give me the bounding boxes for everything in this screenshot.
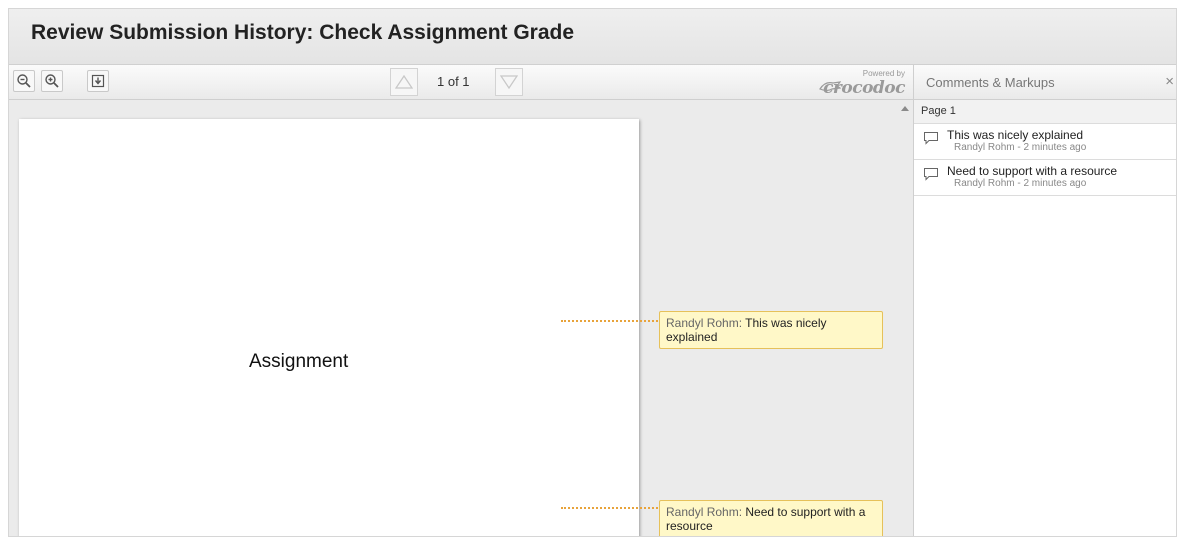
crocodoc-branding: Powered by crocodoc (817, 68, 907, 98)
page-text: Assignment (249, 351, 349, 372)
comment-list-item[interactable]: This was nicely explained Randyl Rohm - … (914, 124, 1176, 160)
comment-text: This was nicely explained (947, 128, 1084, 142)
download-button[interactable] (87, 70, 109, 92)
document-page: Assignment (19, 119, 639, 536)
zoom-in-button[interactable] (41, 70, 63, 92)
review-window: Review Submission History: Check Assignm… (8, 8, 1177, 537)
annotation-leader-line (561, 507, 661, 509)
brand-name: crocodoc (823, 78, 905, 98)
comment-meta: Randyl Rohm - 2 minutes ago (954, 178, 1087, 189)
annotation-note[interactable]: Randyl Rohm: This was nicely explained (659, 311, 883, 349)
annotation-note[interactable]: Randyl Rohm: Need to support with a reso… (659, 500, 883, 536)
zoom-in-icon (45, 74, 59, 88)
scroll-up-icon[interactable] (901, 106, 909, 111)
comment-bubble-icon (924, 132, 938, 145)
page-title: Review Submission History: Check Assignm… (31, 21, 575, 44)
comment-meta: Randyl Rohm - 2 minutes ago (954, 142, 1087, 153)
comment-list-item[interactable]: Need to support with a resource Randyl R… (914, 160, 1176, 196)
powered-by-label: Powered by (862, 69, 905, 78)
zoom-out-button[interactable] (13, 70, 35, 92)
vertical-scrollbar[interactable] (897, 100, 913, 536)
comments-panel-header: Comments & Markups × (914, 65, 1176, 100)
document-viewer[interactable]: Assignment Randyl Rohm: This was nicely … (9, 100, 913, 536)
zoom-out-icon (17, 74, 31, 88)
close-icon[interactable]: × (1165, 73, 1174, 90)
previous-page-button[interactable] (390, 68, 418, 96)
comments-panel: Comments & Markups × Page 1 This was nic… (913, 65, 1176, 536)
triangle-up-icon (395, 75, 413, 89)
triangle-down-icon (500, 75, 518, 89)
annotation-leader-line (561, 320, 661, 322)
download-icon (91, 74, 105, 88)
comments-panel-title: Comments & Markups (926, 75, 1055, 90)
page-group-label: Page 1 (914, 100, 1176, 124)
title-bar: Review Submission History: Check Assignm… (9, 9, 1176, 65)
page-counter: 1 of 1 (437, 74, 470, 89)
next-page-button[interactable] (495, 68, 523, 96)
note-author: Randyl Rohm: (666, 316, 743, 330)
comment-bubble-icon (924, 168, 938, 181)
note-author: Randyl Rohm: (666, 505, 743, 519)
viewer-toolbar: 1 of 1 Powered by crocodoc (9, 65, 913, 100)
comment-text: Need to support with a resource (947, 164, 1118, 178)
